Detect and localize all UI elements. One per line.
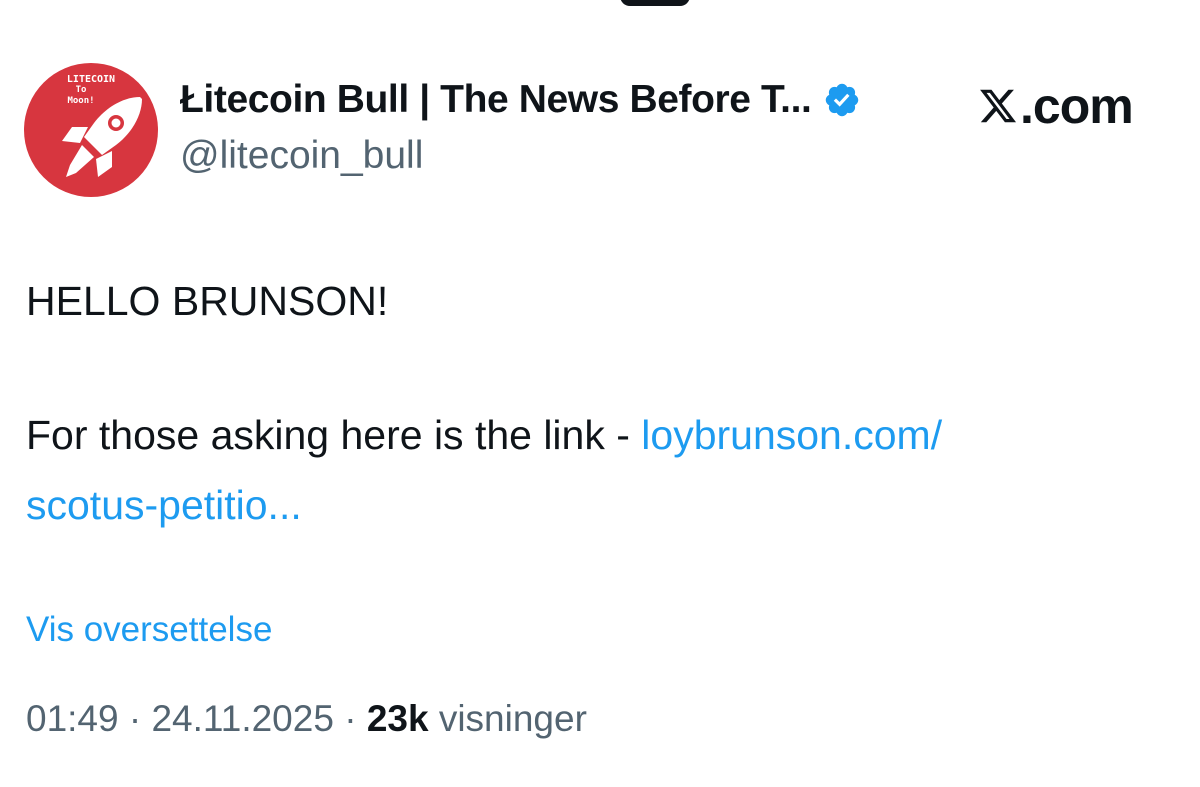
author-display-name[interactable]: Łitecoin Bull | The News Before T... xyxy=(180,78,812,122)
tweet-link-intro: For those asking here is the link - xyxy=(26,412,642,458)
tweet-line-link: For those asking here is the link - loyb… xyxy=(26,400,1176,540)
x-com-watermark: .com xyxy=(978,78,1134,134)
avatar[interactable]: LITECOIN To Moon! xyxy=(24,63,158,197)
x-logo-icon xyxy=(980,89,1017,123)
tweet-text: HELLO BRUNSON! For those asking here is … xyxy=(26,266,1176,540)
author-name-row[interactable]: Łitecoin Bull | The News Before T... xyxy=(180,74,861,126)
tweet-time[interactable]: 01:49 xyxy=(26,698,119,739)
meta-separator: · xyxy=(333,698,367,739)
rocket-icon xyxy=(62,97,142,177)
cropped-top-text xyxy=(0,0,1200,12)
brand-text: .com xyxy=(1020,78,1134,134)
views-count: 23k xyxy=(366,698,429,739)
tweet-author: Łitecoin Bull | The News Before T... @li… xyxy=(180,74,940,184)
views-label: visninger xyxy=(438,698,587,739)
meta-separator: · xyxy=(118,698,152,739)
tweet-link-part-1[interactable]: loybrunson.com/ xyxy=(641,412,942,458)
verified-badge-icon xyxy=(826,83,859,117)
avatar-text-line-1: LITECOIN xyxy=(66,74,116,85)
tweet-meta: 01:49 · 24.11.2025 · 23k visninger xyxy=(26,698,587,740)
show-translation-link[interactable]: Vis oversettelse xyxy=(26,610,272,650)
tweet-date[interactable]: 24.11.2025 xyxy=(151,698,333,739)
tweet-link-part-2[interactable]: scotus-petitio... xyxy=(26,482,302,528)
author-handle[interactable]: @litecoin_bull xyxy=(180,134,423,178)
tweet-line-greeting: HELLO BRUNSON! xyxy=(26,278,389,324)
